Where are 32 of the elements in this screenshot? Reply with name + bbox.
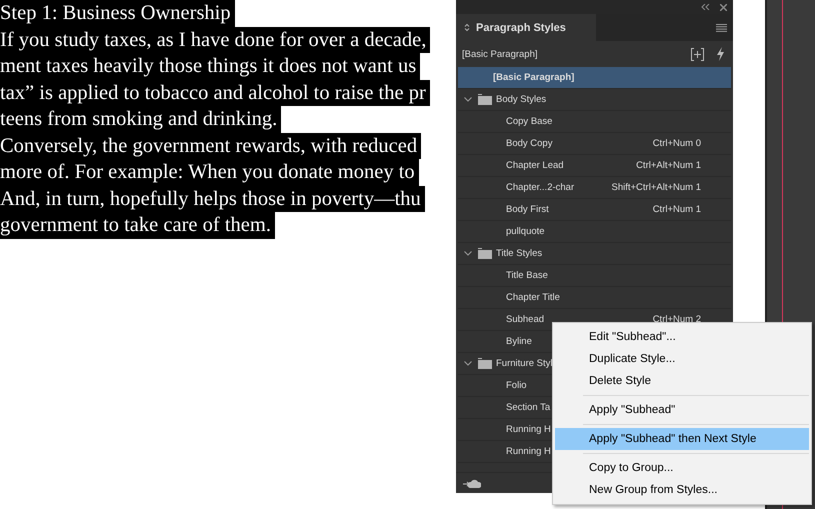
folder-icon bbox=[478, 358, 492, 369]
menu-icon[interactable] bbox=[716, 24, 727, 32]
style-row[interactable]: Chapter...2-char Shift+Ctrl+Alt+Num 1 bbox=[458, 177, 731, 199]
new-style-icon[interactable] bbox=[691, 48, 704, 60]
style-row[interactable]: Chapter Lead Ctrl+Alt+Num 1 bbox=[458, 155, 731, 177]
menu-item[interactable]: Apply "Subhead" bbox=[555, 399, 809, 421]
collapse-icon[interactable] bbox=[701, 4, 710, 10]
menu-item[interactable]: Duplicate Style... bbox=[555, 348, 809, 370]
menu-item[interactable]: Copy to Group... bbox=[555, 457, 809, 479]
style-row[interactable]: [Basic Paragraph] bbox=[458, 67, 731, 89]
panel-tab[interactable]: Paragraph Styles bbox=[456, 14, 596, 41]
menu-item[interactable]: Delete Style bbox=[555, 370, 809, 392]
chevron-icon[interactable] bbox=[464, 251, 472, 256]
menu-item[interactable]: Apply "Subhead" then Next Style bbox=[555, 428, 809, 450]
style-row[interactable]: Title Base bbox=[458, 265, 731, 287]
folder-icon bbox=[478, 94, 492, 105]
style-row[interactable]: Body Copy Ctrl+Num 0 bbox=[458, 133, 731, 155]
style-row[interactable]: Copy Base bbox=[458, 111, 731, 133]
style-group-row[interactable]: Title Styles bbox=[458, 243, 731, 265]
style-row[interactable]: Chapter Title bbox=[458, 287, 731, 309]
cloud-import-icon[interactable] bbox=[463, 478, 481, 488]
style-group-row[interactable]: Body Styles bbox=[458, 89, 731, 111]
chevron-icon[interactable] bbox=[464, 361, 472, 366]
lightning-icon[interactable] bbox=[716, 47, 725, 61]
menu-item[interactable]: New Group from Styles... bbox=[555, 479, 809, 501]
updown-icon bbox=[464, 23, 470, 32]
style-row[interactable]: Body First Ctrl+Num 1 bbox=[458, 199, 731, 221]
folder-icon bbox=[478, 248, 492, 259]
chevron-icon[interactable] bbox=[464, 97, 472, 102]
current-style-label: [Basic Paragraph] bbox=[462, 48, 539, 60]
style-row[interactable]: pullquote bbox=[458, 221, 731, 243]
close-icon[interactable] bbox=[720, 4, 727, 10]
